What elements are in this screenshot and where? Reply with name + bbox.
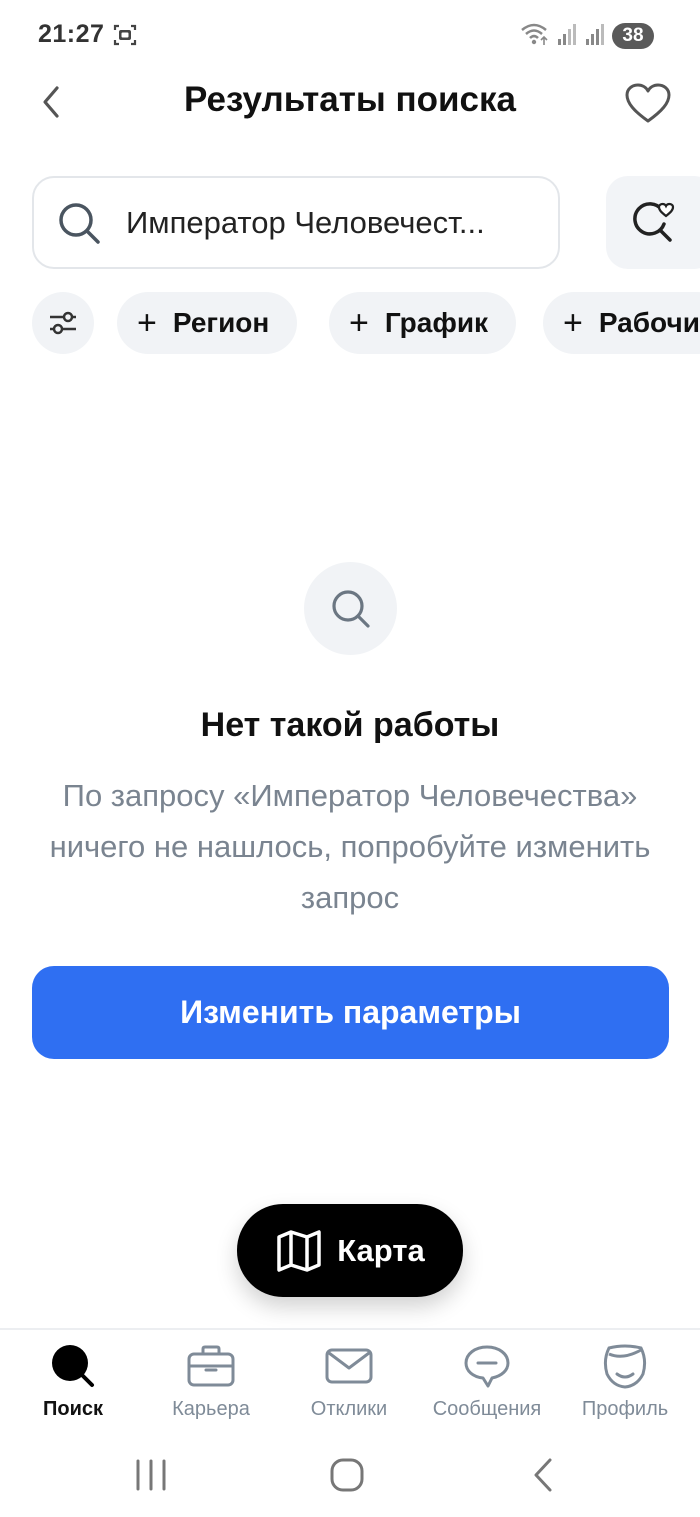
chip-label: График: [384, 307, 489, 338]
status-bar: 21:27 38: [0, 0, 700, 72]
home-button[interactable]: [317, 1452, 377, 1498]
search-input[interactable]: Император Человечест...: [32, 176, 560, 269]
empty-state-description: По запросу «Император Человечества» ниче…: [49, 778, 651, 915]
map-button[interactable]: Карта: [237, 1204, 463, 1297]
envelope-icon: [322, 1342, 376, 1390]
saved-search-button[interactable]: [606, 176, 700, 269]
system-navigation-bar: [0, 1432, 700, 1517]
plus-icon: +: [137, 304, 157, 342]
nav-label: Отклики: [310, 1398, 388, 1420]
plus-icon: +: [349, 304, 369, 342]
nav-item-profile[interactable]: Профиль: [555, 1342, 695, 1432]
nav-item-search[interactable]: Поиск: [3, 1342, 143, 1432]
sliders-icon: [50, 311, 76, 335]
recent-apps-button[interactable]: [121, 1452, 181, 1498]
nav-label: Профиль: [581, 1398, 669, 1420]
nav-label: Поиск: [42, 1398, 104, 1420]
map-icon: [277, 1229, 321, 1272]
briefcase-icon: [184, 1342, 238, 1390]
favorites-button[interactable]: [622, 78, 674, 130]
back-arrow-icon: [534, 1458, 552, 1492]
nav-label: Карьера: [172, 1398, 250, 1420]
search-icon: [54, 198, 104, 248]
map-button-label: Карта: [337, 1232, 425, 1268]
search-query: Император Человечест...: [126, 204, 485, 240]
change-parameters-button[interactable]: Изменить параметры: [32, 966, 669, 1059]
chip-region[interactable]: + Регион: [117, 292, 298, 354]
filters-button[interactable]: [32, 292, 94, 354]
empty-search-icon: [304, 562, 397, 655]
nav-item-career[interactable]: Карьера: [141, 1342, 281, 1432]
app-header: Результаты поиска: [0, 72, 700, 136]
chip-schedule[interactable]: + График: [329, 292, 517, 354]
search-icon: [46, 1342, 100, 1390]
signal-icon-2: [584, 22, 606, 51]
chip-label: Регион: [172, 307, 270, 338]
heart-icon: [625, 83, 671, 123]
chip-label: Рабочи: [598, 307, 700, 338]
search-heart-icon: [633, 201, 675, 242]
page-title: Результаты поиска: [184, 80, 516, 119]
bottom-navigation: Поиск Карьера Отклики Сообщения Профиль: [0, 1328, 700, 1432]
screenshot-icon: [112, 22, 138, 48]
recent-apps-icon: [136, 1459, 166, 1491]
system-back-button[interactable]: [514, 1452, 574, 1498]
battery-indicator: 38: [612, 23, 654, 49]
wifi-icon: [520, 21, 550, 52]
status-icons: 38: [520, 21, 654, 51]
home-icon: [330, 1458, 364, 1492]
empty-state-title: Нет такой работы: [200, 706, 500, 744]
status-time: 21:27: [38, 20, 105, 48]
filter-chips: + Регион + График + Рабочи: [32, 292, 700, 354]
nav-item-messages[interactable]: Сообщения: [417, 1342, 557, 1432]
profile-icon: [598, 1342, 652, 1390]
plus-icon: +: [563, 304, 583, 342]
chat-icon: [460, 1342, 514, 1390]
nav-label: Сообщения: [432, 1398, 542, 1420]
nav-item-responses[interactable]: Отклики: [279, 1342, 419, 1432]
chip-work-hours[interactable]: + Рабочи: [543, 292, 700, 354]
screen: 21:27 38 Результаты поиска Император Чел…: [0, 0, 700, 1517]
signal-icon-1: [556, 22, 578, 51]
